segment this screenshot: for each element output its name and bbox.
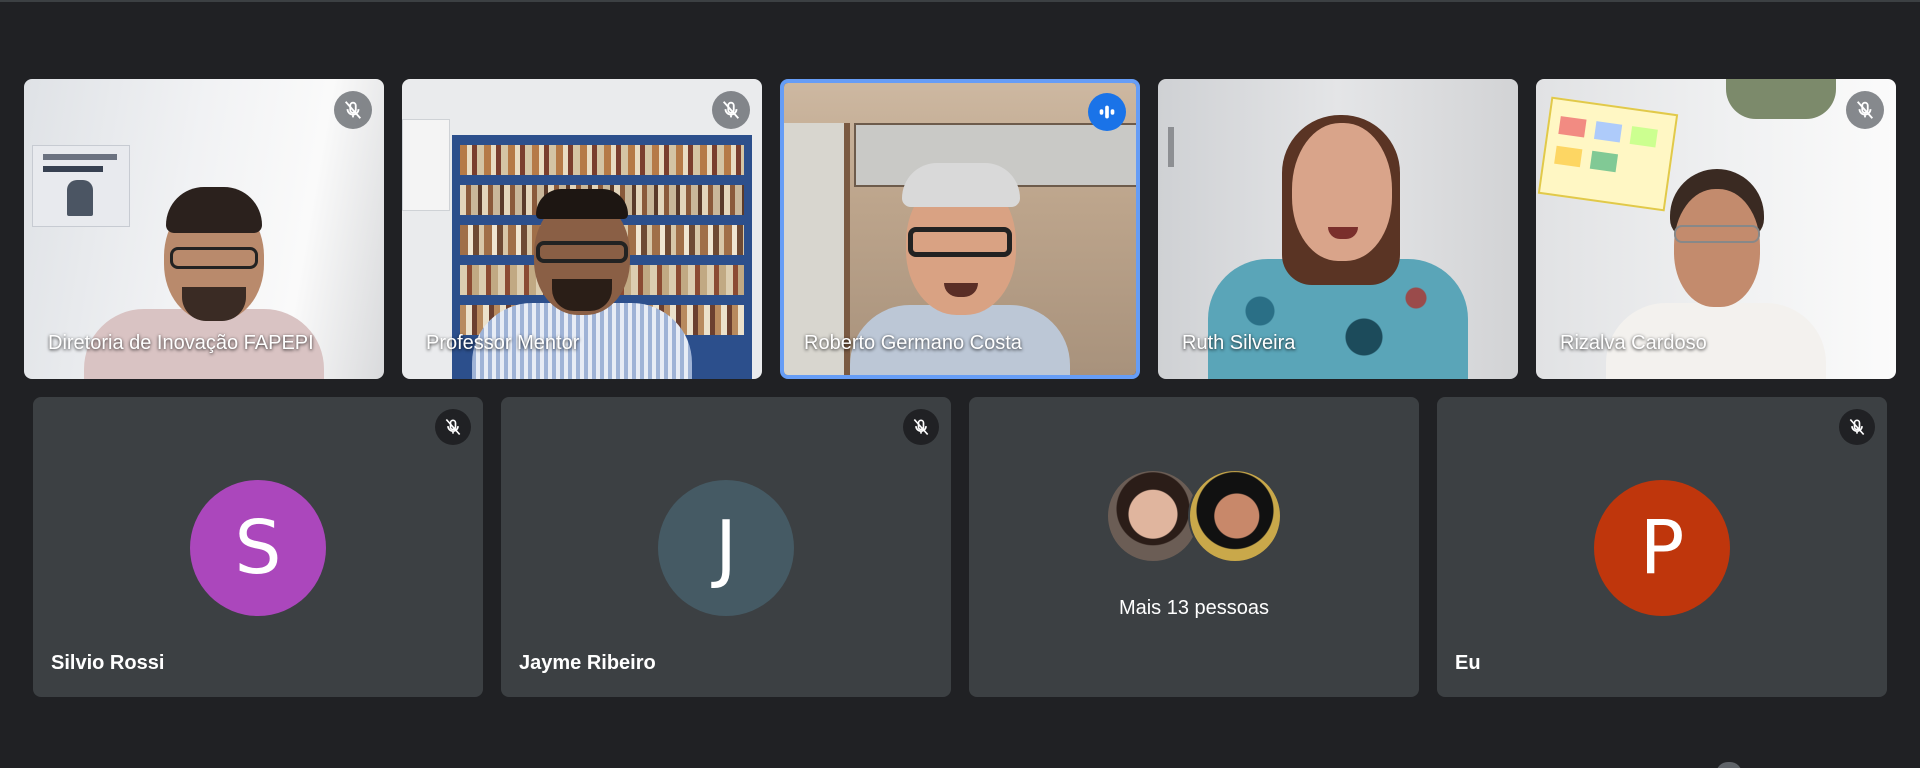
mic-off-icon xyxy=(1839,409,1875,445)
participant-tile-jayme-ribeiro[interactable]: J Jayme Ribeiro xyxy=(501,397,951,697)
speaking-indicator-icon xyxy=(1088,93,1126,131)
window-top-border xyxy=(0,0,1920,2)
wall-hook xyxy=(1168,127,1174,167)
participant-avatar-group xyxy=(1106,469,1282,563)
mic-off-icon xyxy=(903,409,939,445)
participant-name: Professor Mentor xyxy=(426,332,580,354)
video-tile-professor-mentor[interactable]: Professor Mentor xyxy=(402,79,762,379)
participant-tile-self[interactable]: P Eu xyxy=(1437,397,1887,697)
participant-name: Ruth Silveira xyxy=(1182,332,1296,354)
participant-photo xyxy=(1188,469,1282,563)
more-participants-tile[interactable]: Mais 13 pessoas xyxy=(969,397,1419,697)
participant-name: Jayme Ribeiro xyxy=(519,652,656,674)
mic-off-icon xyxy=(712,91,750,129)
participant-tile-silvio-rossi[interactable]: S Silvio Rossi xyxy=(33,397,483,697)
mic-off-icon xyxy=(1846,91,1884,129)
more-participants-label: Mais 13 pessoas xyxy=(1118,597,1270,619)
avatar: P xyxy=(1594,480,1730,616)
avatar: J xyxy=(658,480,794,616)
video-tile-ruth-silveira[interactable]: Ruth Silveira xyxy=(1158,79,1518,379)
mic-off-icon xyxy=(435,409,471,445)
meeting-stage: Diretoria de Inovação FAPEPI Professor M… xyxy=(0,0,1920,768)
participant-name: Silvio Rossi xyxy=(51,652,165,674)
participant-name: Rizalva Cardoso xyxy=(1560,332,1707,354)
video-tile-roberto-germano-costa[interactable]: Roberto Germano Costa xyxy=(780,79,1140,379)
participant-name: Diretoria de Inovação FAPEPI xyxy=(48,332,314,354)
toolbar-edge xyxy=(1716,762,1742,768)
video-tile-rizalva-cardoso[interactable]: Rizalva Cardoso xyxy=(1536,79,1896,379)
avatar: S xyxy=(190,480,326,616)
participant-photo xyxy=(1106,469,1200,563)
participant-name: Eu xyxy=(1455,652,1481,674)
participant-name: Roberto Germano Costa xyxy=(804,332,1022,354)
mic-off-icon xyxy=(334,91,372,129)
curtain xyxy=(1726,79,1836,119)
video-tile-diretoria[interactable]: Diretoria de Inovação FAPEPI xyxy=(24,79,384,379)
